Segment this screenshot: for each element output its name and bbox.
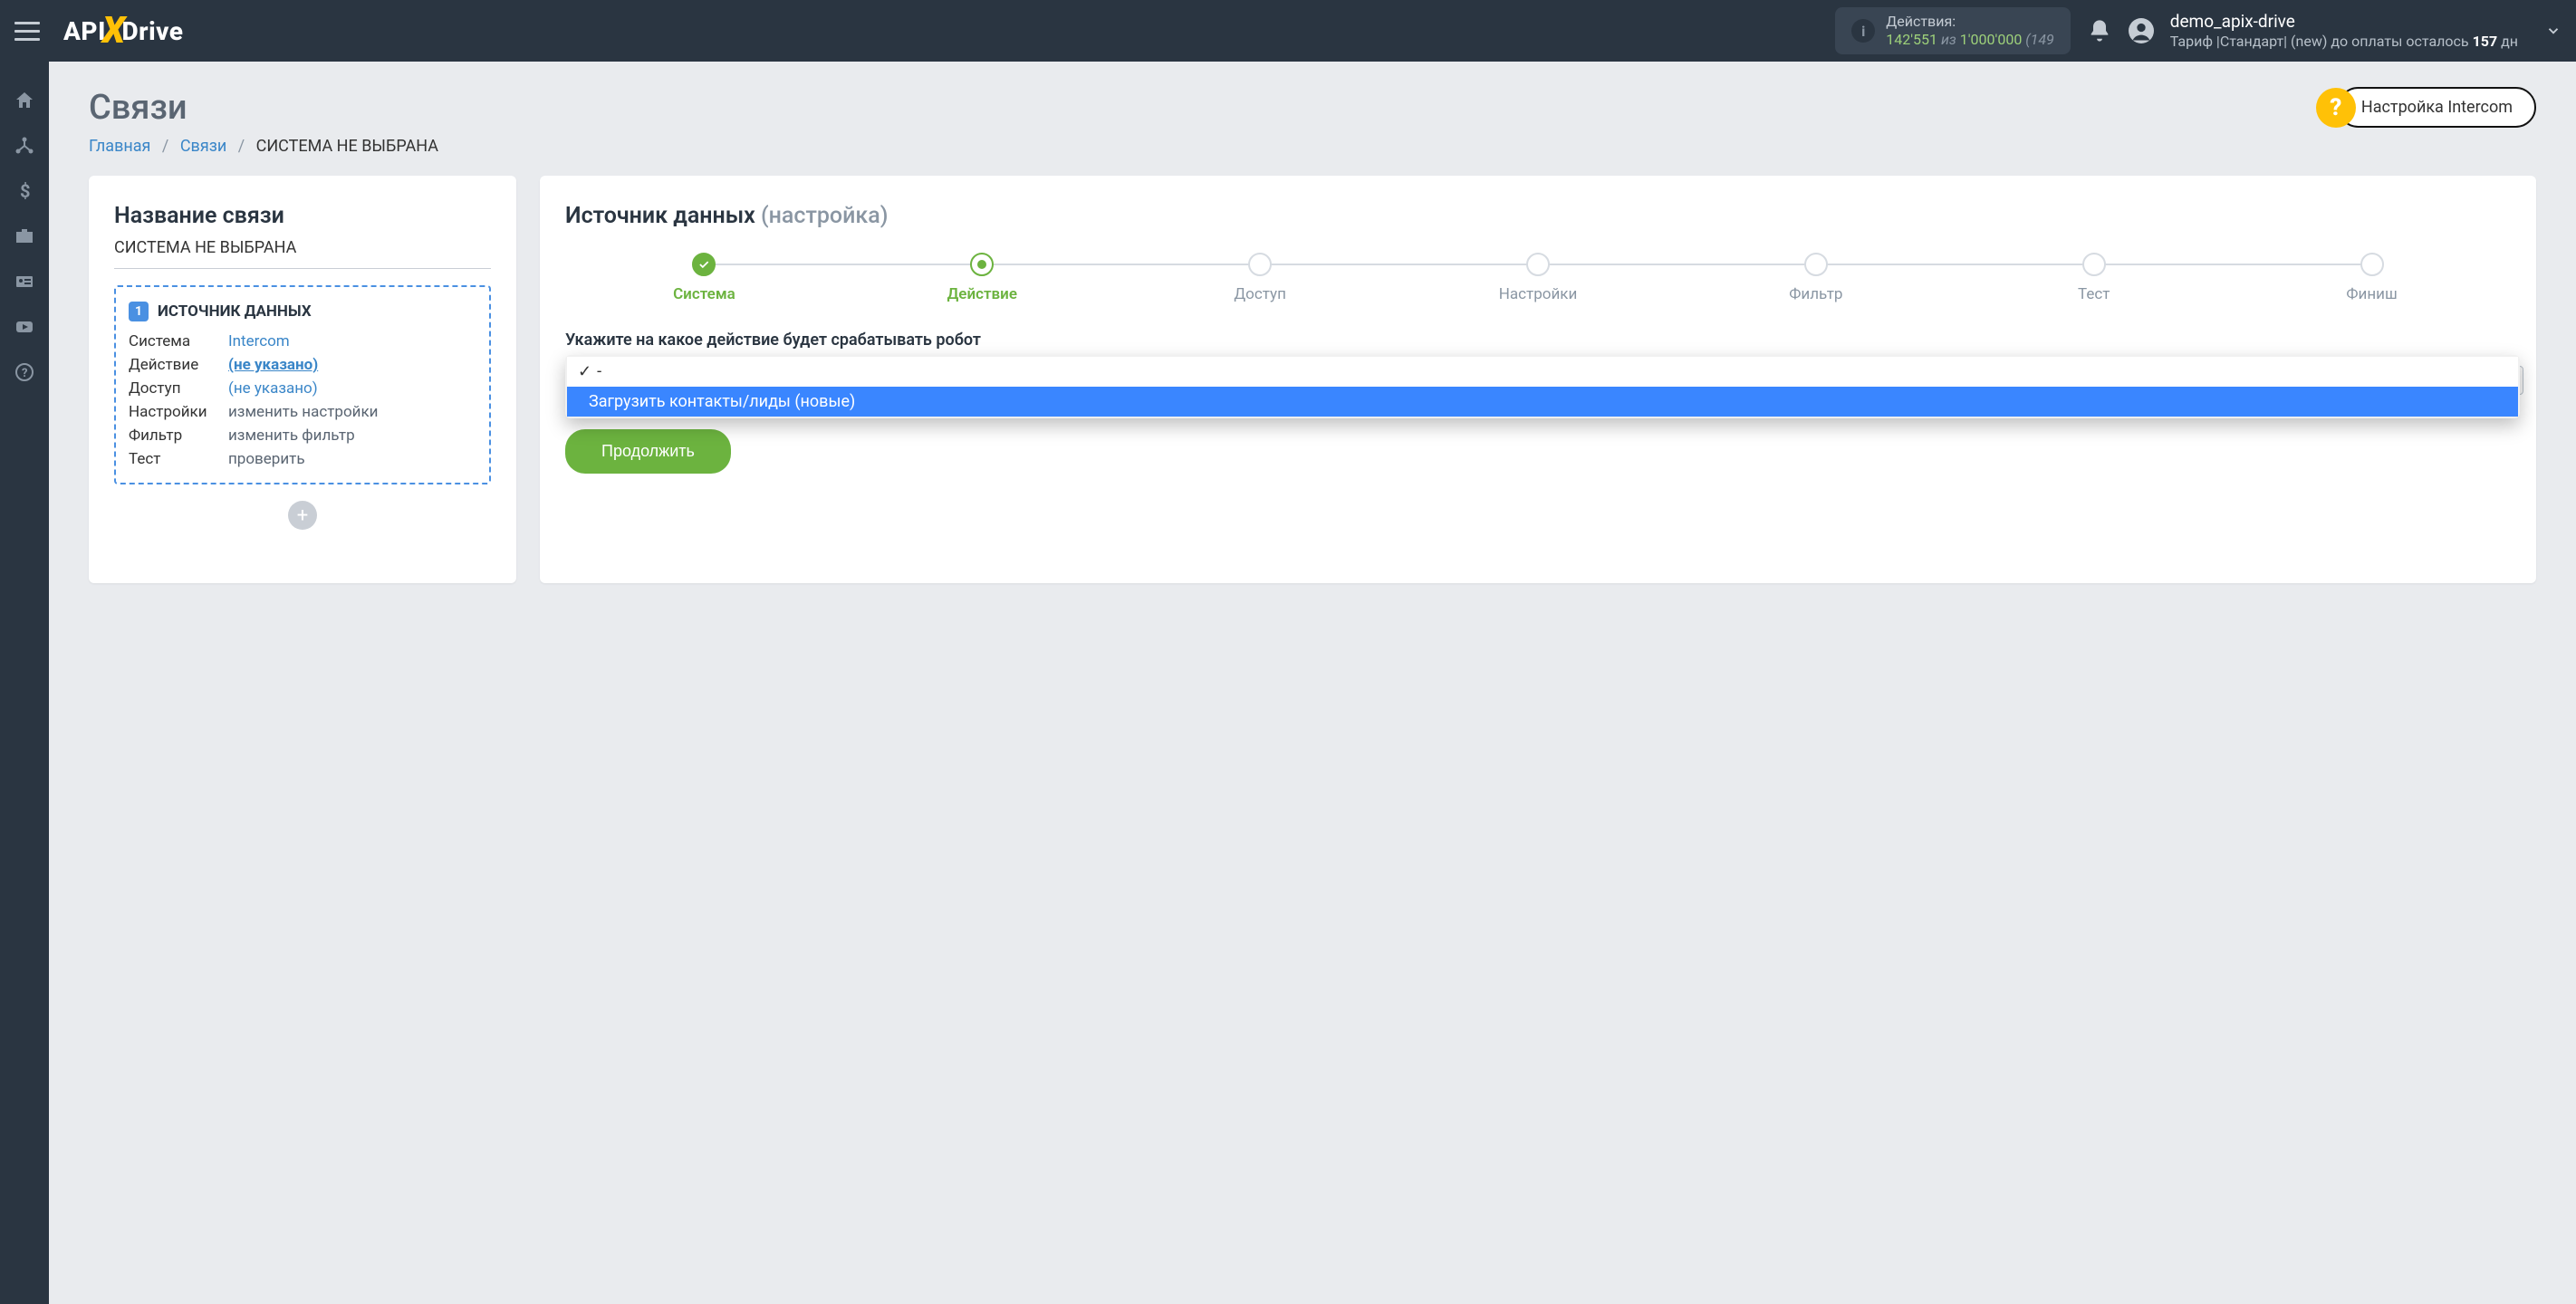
step-system[interactable]: Система xyxy=(565,253,843,303)
svg-text:$: $ xyxy=(20,180,30,202)
page-title: Связи xyxy=(89,88,187,128)
nav-youtube[interactable] xyxy=(0,304,49,350)
breadcrumb-home[interactable]: Главная xyxy=(89,137,150,156)
user-plan: Тариф |Стандарт| (new) до оплаты осталос… xyxy=(2170,33,2518,51)
breadcrumb: Главная / Связи / СИСТЕМА НЕ ВЫБРАНА xyxy=(89,137,2536,156)
source-grid: Система Intercom Действие (не указано) Д… xyxy=(129,332,476,468)
row-system-label: Система xyxy=(129,332,228,350)
row-action-value[interactable]: (не указано) xyxy=(228,356,476,374)
step-filter[interactable]: Фильтр xyxy=(1677,253,1955,303)
source-box: 1 ИСТОЧНИК ДАННЫХ Система Intercom Дейст… xyxy=(114,285,491,484)
row-filter-label: Фильтр xyxy=(129,427,228,445)
actions-total: 1'000'000 xyxy=(1960,31,2023,48)
connection-name-card: Название связи СИСТЕМА НЕ ВЫБРАНА 1 ИСТО… xyxy=(89,176,516,583)
logo-suffix: Drive xyxy=(121,16,183,46)
actions-count: 142'551 xyxy=(1886,31,1937,48)
main-step-card: Источник данных (настройка) Система Дейс… xyxy=(540,176,2536,583)
topbar: API X Drive i Действия: 142'551 из 1'000… xyxy=(0,0,2576,62)
dropdown-option-blank[interactable]: ✓ - xyxy=(567,357,2518,387)
add-step-button[interactable]: + xyxy=(288,501,317,530)
actions-text: Действия: 142'551 из 1'000'000 (149 xyxy=(1886,13,2054,49)
step-card-title: Источник данных (настройка) xyxy=(565,203,2511,229)
notifications-icon[interactable] xyxy=(2087,18,2112,43)
action-field-label: Укажите на какое действие будет срабатыв… xyxy=(565,331,2511,350)
dropdown-panel: ✓ - Загрузить контакты/лиды (новые) xyxy=(565,355,2520,418)
check-icon: ✓ xyxy=(578,362,591,381)
help-circle-icon: ? xyxy=(2316,88,2356,128)
step-access[interactable]: Доступ xyxy=(1121,253,1399,303)
row-action-label: Действие xyxy=(129,356,228,374)
nav-help[interactable]: ? xyxy=(0,350,49,395)
topbar-right: i Действия: 142'551 из 1'000'000 (149 de… xyxy=(1835,7,2562,54)
step-test[interactable]: Тест xyxy=(1955,253,2233,303)
left-card-subtitle: СИСТЕМА НЕ ВЫБРАНА xyxy=(114,229,491,269)
intercom-setup-button[interactable]: ? Настройка Intercom xyxy=(2338,87,2536,128)
row-access-label: Доступ xyxy=(129,379,228,398)
dropdown-option-load-contacts[interactable]: Загрузить контакты/лиды (новые) xyxy=(567,387,2518,417)
page-header: Связи ? Настройка Intercom xyxy=(89,87,2536,128)
nav-id-card[interactable] xyxy=(0,259,49,304)
row-system-value[interactable]: Intercom xyxy=(228,332,476,350)
row-access-value[interactable]: (не указано) xyxy=(228,379,476,398)
row-test-label: Тест xyxy=(129,450,228,468)
actions-label: Действия: xyxy=(1886,13,2054,31)
left-card-title: Название связи xyxy=(114,203,491,229)
row-test-value[interactable]: проверить xyxy=(228,450,476,468)
nav-connections[interactable] xyxy=(0,123,49,168)
source-box-title: ИСТОЧНИК ДАННЫХ xyxy=(158,302,312,321)
breadcrumb-current: СИСТЕМА НЕ ВЫБРАНА xyxy=(256,137,438,156)
user-name: demo_apix-drive xyxy=(2170,11,2518,33)
step-action[interactable]: Действие xyxy=(843,253,1121,303)
svg-text:?: ? xyxy=(22,367,27,380)
step-settings[interactable]: Настройки xyxy=(1399,253,1677,303)
step-finish[interactable]: Финиш xyxy=(2233,253,2511,303)
sidebar: $ ? xyxy=(0,62,49,1304)
user-block[interactable]: demo_apix-drive Тариф |Стандарт| (new) д… xyxy=(2170,11,2518,51)
nav-billing[interactable]: $ xyxy=(0,168,49,214)
stepper: Система Действие Доступ Настройки xyxy=(565,253,2511,303)
row-settings-value[interactable]: изменить настройки xyxy=(228,403,476,421)
nav-home[interactable] xyxy=(0,78,49,123)
content: Связи ? Настройка Intercom Главная / Свя… xyxy=(49,62,2576,1304)
info-icon: i xyxy=(1851,19,1875,43)
breadcrumb-links[interactable]: Связи xyxy=(180,137,226,156)
logo-prefix: API xyxy=(63,16,106,46)
actions-sep: из xyxy=(1941,31,1956,48)
user-avatar-icon[interactable] xyxy=(2129,18,2154,43)
actions-tail: (149 xyxy=(2025,31,2053,48)
nav-briefcase[interactable] xyxy=(0,214,49,259)
logo-x: X xyxy=(102,9,126,53)
logo[interactable]: API X Drive xyxy=(63,13,183,49)
actions-info[interactable]: i Действия: 142'551 из 1'000'000 (149 xyxy=(1835,7,2071,54)
row-settings-label: Настройки xyxy=(129,403,228,421)
chevron-down-icon[interactable] xyxy=(2545,23,2562,39)
continue-button[interactable]: Продолжить xyxy=(565,429,731,474)
source-number-badge: 1 xyxy=(129,302,149,321)
row-filter-value[interactable]: изменить фильтр xyxy=(228,427,476,445)
menu-button[interactable] xyxy=(14,18,40,43)
